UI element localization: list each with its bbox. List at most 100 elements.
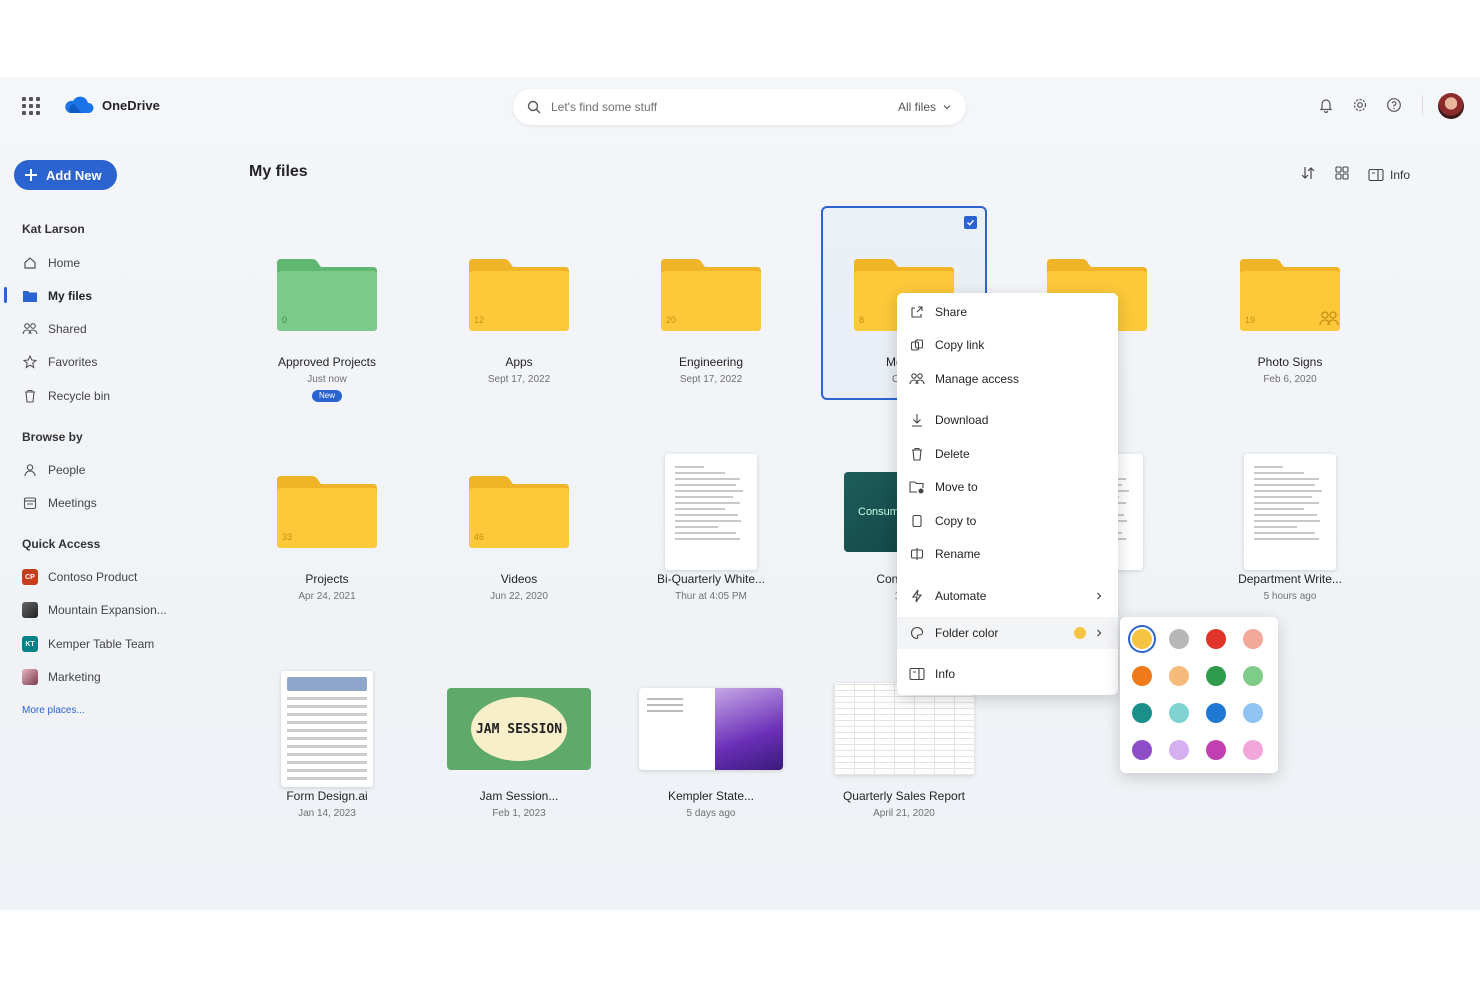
sidebar-item-shared[interactable]: Shared [22, 319, 87, 339]
menu-item-move-to[interactable]: Move to [897, 471, 1118, 503]
svg-text:12: 12 [474, 315, 484, 325]
tile-name: Apps [505, 355, 533, 369]
quick-access-contoso-product[interactable]: CP Contoso Product [22, 567, 137, 587]
tile-name: Approved Projects [277, 355, 377, 369]
search-input[interactable]: Let's find some stuff [551, 100, 898, 114]
folder-tile[interactable]: 19 Photo Signs Feb 6, 2020 [1205, 220, 1375, 410]
menu-item-download[interactable]: Download [897, 404, 1118, 436]
menu-item-manage-access[interactable]: Manage access [897, 363, 1118, 395]
menu-item-folder-color[interactable]: Folder color [897, 617, 1118, 649]
site-logo-icon: CP [22, 569, 38, 585]
folder-tile[interactable]: 33 Projects Apr 24, 2021 [242, 437, 412, 627]
folder-tile[interactable]: 20 Engineering Sept 17, 2022 [626, 220, 796, 410]
active-nav-indicator [4, 287, 7, 303]
more-places-link[interactable]: More places... [22, 705, 85, 716]
color-swatch[interactable] [1206, 740, 1226, 760]
quick-access-heading: Quick Access [22, 537, 101, 551]
menu-item-label: Folder color [935, 626, 999, 640]
menu-item-automate[interactable]: Automate [897, 580, 1118, 612]
folder-tile[interactable]: 0 Approved Projects Just now New [242, 220, 412, 410]
sidebar-item-label: Recycle bin [48, 389, 111, 403]
search-icon [527, 100, 541, 114]
copy-icon [909, 513, 925, 529]
quick-access-marketing[interactable]: Marketing [22, 667, 101, 687]
menu-item-delete[interactable]: Delete [897, 438, 1118, 470]
search-scope-dropdown[interactable]: All files [898, 100, 952, 114]
tile-name: Quarterly Sales Report [842, 789, 966, 803]
spreadsheet-thumbnail [834, 683, 974, 775]
menu-item-share[interactable]: Share [897, 296, 1118, 328]
brand[interactable]: OneDrive [62, 95, 160, 115]
file-thumbnail: JAM SESSION [434, 674, 604, 784]
color-swatch[interactable] [1169, 703, 1189, 723]
color-swatch[interactable] [1243, 703, 1263, 723]
color-swatch[interactable] [1206, 703, 1226, 723]
sort-icon[interactable] [1300, 165, 1316, 184]
color-swatch[interactable] [1132, 629, 1152, 649]
file-tile[interactable]: JAM SESSION Jam Session... Feb 1, 2023 [434, 654, 604, 844]
tile-date: Apr 24, 2021 [298, 591, 356, 602]
color-swatch[interactable] [1169, 629, 1189, 649]
sidebar-item-home[interactable]: Home [22, 253, 80, 273]
sidebar-item-recycle-bin[interactable]: Recycle bin [22, 386, 110, 406]
menu-item-copy-link[interactable]: Copy link [897, 329, 1118, 361]
tile-name: Kempler State... [667, 789, 755, 803]
help-icon[interactable] [1384, 95, 1404, 115]
color-swatch[interactable] [1132, 703, 1152, 723]
search-box[interactable]: Let's find some stuff All files [513, 89, 966, 125]
color-swatch[interactable] [1243, 666, 1263, 686]
folder-icon: 33 [242, 457, 412, 567]
grid-view-icon[interactable] [1334, 165, 1350, 184]
color-swatch[interactable] [1132, 666, 1152, 686]
menu-item-copy-to[interactable]: Copy to [897, 505, 1118, 537]
tile-name: Videos [500, 572, 538, 586]
view-toolbar: Info [1300, 165, 1410, 184]
person-icon [22, 462, 38, 478]
file-thumbnail [626, 454, 796, 570]
sidebar-user-name: Kat Larson [22, 222, 85, 236]
trash-icon [909, 446, 925, 462]
color-swatch[interactable] [1169, 740, 1189, 760]
rename-icon [909, 546, 925, 562]
menu-item-info[interactable]: Info [897, 658, 1118, 690]
plus-icon [25, 169, 37, 181]
add-new-button[interactable]: Add New [14, 160, 117, 190]
quick-access-kemper-table-team[interactable]: KT Kemper Table Team [22, 634, 154, 654]
sidebar-item-my-files[interactable]: My files [22, 286, 92, 306]
color-swatch[interactable] [1243, 740, 1263, 760]
file-tile[interactable]: Department Write... 5 hours ago [1205, 437, 1375, 627]
quick-access-mountain-expansion[interactable]: Mountain Expansion... [22, 600, 167, 620]
notifications-bell-icon[interactable] [1316, 95, 1336, 115]
color-swatch[interactable] [1206, 629, 1226, 649]
sidebar-item-meetings[interactable]: Meetings [22, 493, 97, 513]
folder-tile[interactable]: 12 Apps Sept 17, 2022 [434, 220, 604, 410]
svg-text:0: 0 [282, 315, 287, 325]
folder-tile[interactable]: 46 Videos Jun 22, 2020 [434, 437, 604, 627]
info-pane-button[interactable]: Info [1368, 168, 1410, 182]
add-new-label: Add New [46, 167, 102, 183]
color-swatch[interactable] [1206, 666, 1226, 686]
color-swatch[interactable] [1243, 629, 1263, 649]
page-title: My files [249, 163, 308, 180]
settings-gear-icon[interactable] [1350, 95, 1370, 115]
app-launcher-icon[interactable] [22, 97, 40, 115]
menu-item-rename[interactable]: Rename [897, 538, 1118, 570]
quick-access-label: Marketing [48, 670, 101, 684]
chevron-right-icon [1097, 629, 1102, 637]
color-swatch[interactable] [1169, 666, 1189, 686]
svg-text:19: 19 [1245, 315, 1255, 325]
context-menu: Share Copy link Manage access Download D… [897, 293, 1118, 695]
sidebar-item-favorites[interactable]: Favorites [22, 352, 97, 372]
sidebar-item-people[interactable]: People [22, 460, 85, 480]
color-swatch[interactable] [1132, 740, 1152, 760]
home-icon [22, 255, 38, 271]
tile-date: Jan 14, 2023 [298, 808, 356, 819]
move-icon [909, 479, 925, 495]
chevron-right-icon [1097, 592, 1102, 600]
file-tile[interactable]: Kempler State... 5 days ago [626, 654, 796, 844]
folder-icon: 20 [626, 240, 796, 350]
file-tile[interactable]: Form Design.ai Jan 14, 2023 [242, 654, 412, 844]
user-avatar[interactable] [1438, 93, 1464, 119]
file-tile[interactable]: Bi-Quarterly White... Thur at 4:05 PM [626, 437, 796, 627]
tile-name: Jam Session... [479, 789, 559, 803]
